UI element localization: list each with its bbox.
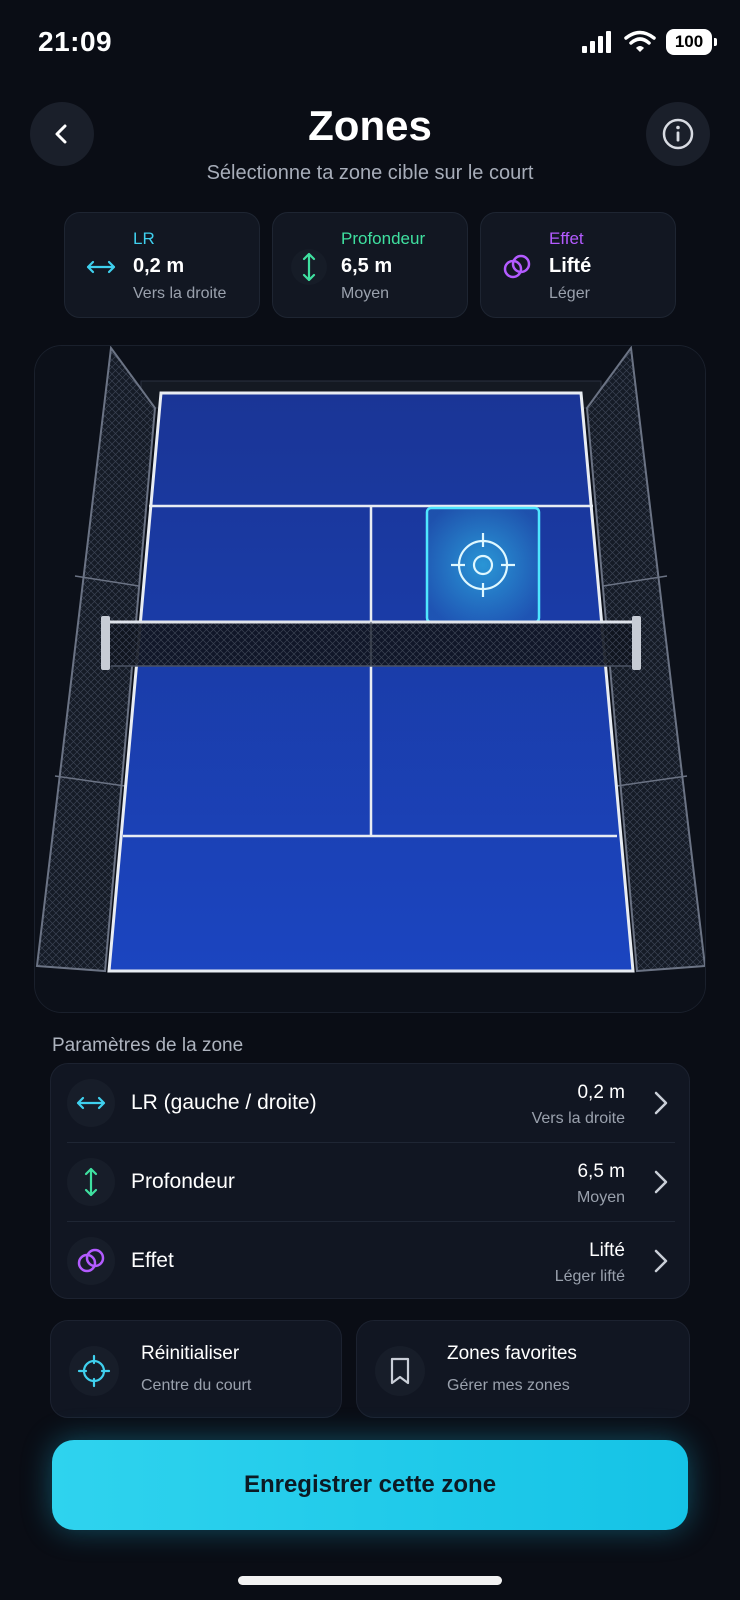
vertical-arrows-icon	[67, 1158, 115, 1206]
wifi-icon	[624, 30, 656, 52]
param-value: 6,5 m	[577, 1161, 625, 1182]
zone-summary: LR 0,2 m Vers la droite Profondeur 6,5 m…	[64, 212, 676, 318]
param-label: Effet	[131, 1249, 174, 1272]
summary-label: Effet	[549, 229, 584, 248]
chevron-right-icon	[654, 1170, 668, 1194]
param-row-lr[interactable]: LR (gauche / droite) 0,2 m Vers la droit…	[51, 1064, 691, 1142]
save-zone-button[interactable]: Enregistrer cette zone	[52, 1440, 688, 1530]
court-view[interactable]	[34, 345, 706, 1013]
favorites-label: Zones favorites	[447, 1343, 577, 1364]
summary-card-depth: Profondeur 6,5 m Moyen	[272, 212, 468, 318]
params-section-title: Paramètres de la zone	[52, 1035, 244, 1056]
target-zone[interactable]	[425, 506, 541, 624]
home-indicator[interactable]	[238, 1576, 502, 1585]
page-subtitle: Sélectionne ta zone cible sur le court	[206, 162, 534, 184]
padel-court-illustration	[35, 346, 705, 1012]
param-row-effect[interactable]: Effet Lifté Léger lifté	[51, 1222, 691, 1300]
bookmark-icon	[375, 1346, 425, 1396]
battery-indicator: 100	[666, 29, 717, 55]
param-label: LR (gauche / droite)	[131, 1091, 317, 1114]
status-icons: 100	[582, 28, 717, 56]
reset-desc: Centre du court	[141, 1377, 252, 1394]
status-bar: 21:09 100	[0, 0, 740, 84]
header: Zones Sélectionne ta zone cible sur le c…	[0, 100, 740, 200]
summary-desc: Léger	[549, 285, 590, 302]
param-desc: Vers la droite	[531, 1110, 625, 1127]
param-row-depth[interactable]: Profondeur 6,5 m Moyen	[51, 1143, 691, 1221]
crosshair-icon	[69, 1346, 119, 1396]
summary-card-lr: LR 0,2 m Vers la droite	[64, 212, 260, 318]
param-label: Profondeur	[131, 1170, 235, 1193]
chevron-right-icon	[654, 1091, 668, 1115]
reset-button[interactable]: Réinitialiser Centre du court	[50, 1320, 342, 1418]
param-desc: Moyen	[576, 1189, 625, 1206]
param-value: 0,2 m	[577, 1082, 625, 1103]
param-value: Lifté	[589, 1240, 625, 1261]
favorite-zones-button[interactable]: Zones favorites Gérer mes zones	[356, 1320, 690, 1418]
signal-icon	[582, 31, 611, 53]
param-desc: Léger lifté	[554, 1268, 625, 1285]
summary-label: Profondeur	[341, 229, 426, 248]
page-title: Zones	[308, 102, 432, 149]
reset-label: Réinitialiser	[141, 1343, 240, 1364]
horizontal-arrows-icon	[67, 1079, 115, 1127]
summary-value: 6,5 m	[341, 255, 393, 277]
zone-params-list: LR (gauche / droite) 0,2 m Vers la droit…	[50, 1063, 690, 1299]
horizontal-arrows-icon	[83, 249, 119, 285]
info-icon	[662, 118, 694, 150]
summary-desc: Vers la droite	[133, 285, 227, 302]
chevron-right-icon	[654, 1249, 668, 1273]
info-button[interactable]	[646, 102, 710, 166]
summary-card-effect: Effet Lifté Léger	[480, 212, 676, 318]
summary-value: 0,2 m	[133, 255, 185, 277]
summary-label: LR	[133, 229, 155, 248]
status-time: 21:09	[38, 26, 113, 57]
spin-icon	[67, 1237, 115, 1285]
vertical-arrows-icon	[291, 249, 327, 285]
summary-desc: Moyen	[341, 285, 390, 302]
summary-value: Lifté	[549, 255, 592, 277]
spin-icon	[499, 249, 535, 285]
favorites-desc: Gérer mes zones	[447, 1377, 570, 1394]
